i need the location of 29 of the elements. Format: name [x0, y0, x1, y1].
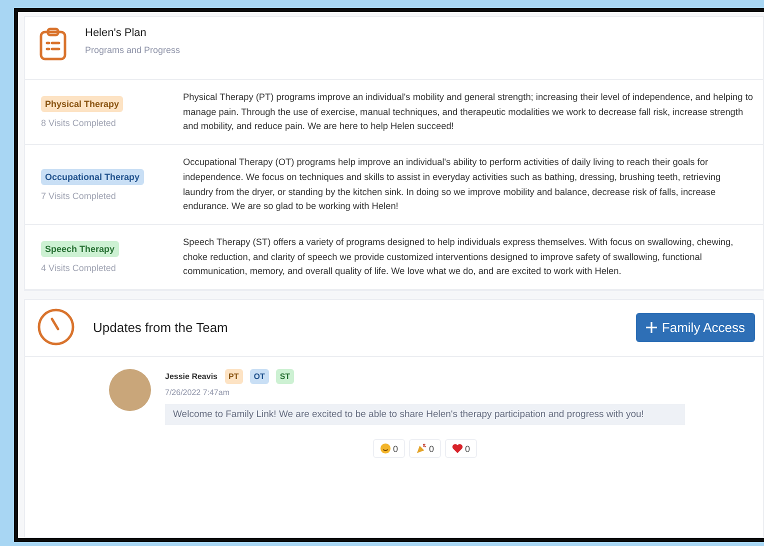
- family-access-button[interactable]: Family Access: [636, 312, 755, 342]
- party-popper-icon: [416, 443, 427, 454]
- author-name: Jessie Reavis: [165, 372, 218, 382]
- discipline-tag: PT: [224, 369, 243, 384]
- reaction-button[interactable]: 0: [408, 439, 441, 458]
- post-time: 7/26/2022 7:47am: [165, 388, 230, 398]
- reaction-button[interactable]: 0: [372, 439, 405, 458]
- visits-count: 4 Visits Completed: [41, 263, 116, 274]
- discipline-tag: OT: [250, 369, 269, 384]
- program-tag: Physical Therapy: [41, 96, 124, 112]
- plan-subtitle: Programs and Progress: [85, 45, 180, 55]
- program-description: Physical Therapy (PT) programs improve an individual's mobility and general strength; increasing their level of independence, and helping to manage pain. Through the use of exercise, manual techniques, and therapeutic modalities we work to decrease fall risk, increase strength and mobility, and reduce pain. We are here to help Helen succeed!: [183, 91, 753, 134]
- post-message: Welcome to Family Link! We are excited to be able to share Helen's therapy participation and progress with you!: [165, 404, 685, 426]
- smile-icon: [380, 443, 391, 454]
- program-tag: Speech Therapy: [41, 241, 119, 258]
- avatar: [109, 369, 151, 412]
- reaction-button[interactable]: 0: [445, 439, 478, 458]
- plus-icon: [646, 322, 657, 333]
- visits-count: 7 Visits Completed: [41, 190, 116, 201]
- program-tag: Occupational Therapy: [41, 168, 144, 185]
- discipline-tag: ST: [276, 369, 294, 384]
- visits-count: 8 Visits Completed: [41, 118, 116, 128]
- program-description: Occupational Therapy (OT) programs help improve an individual's ability to perform activities of daily living to reach their goals for independence. We focus on techniques and skills to assist in everyday activities such as bathing, dressing, brushing teeth, retrieving laundry from the dryer, or standing by the kitchen sink. In doing so we improve mobility and balance, decrease risk of falls, increase endurance. We are so glad to be working with Helen!: [183, 156, 722, 214]
- clock-icon: [37, 308, 75, 346]
- clipboard-icon: [39, 27, 67, 61]
- plan-title: Helen's Plan: [85, 27, 148, 39]
- program-description: Speech Therapy (ST) offers a variety of programs designed to help individuals express themselves. With focus on swallowing, chewing, choke reduction, and clarity of speech we provide customized interventions designed to improve safety of swallowing, functional communication, memory, and overall quality of life. We love what we do, and are excited to work with Helen.: [183, 236, 734, 278]
- heart-icon: [452, 443, 463, 454]
- updates-title: Updates from the Team: [93, 320, 228, 335]
